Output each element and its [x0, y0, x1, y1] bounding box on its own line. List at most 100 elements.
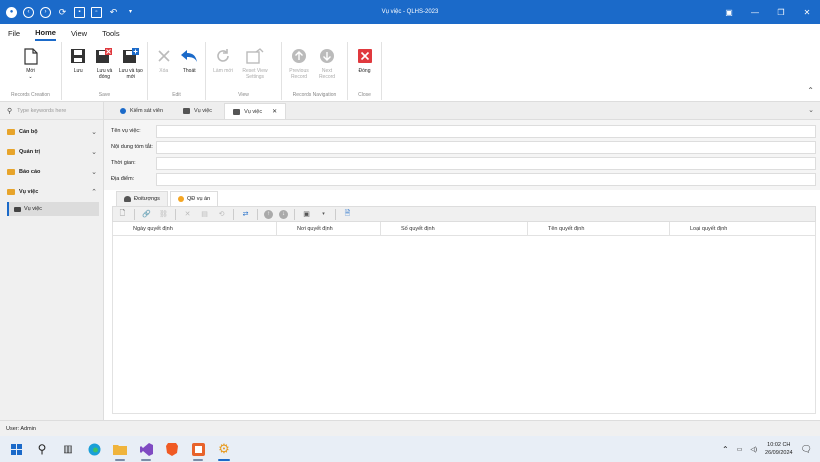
running-indicator	[193, 459, 203, 461]
visual-studio-icon[interactable]	[133, 436, 159, 462]
taskbar-search-icon[interactable]: ⚲	[29, 436, 55, 462]
col-ten-quyet-dinh[interactable]: Tên quyết định	[528, 222, 670, 235]
separator	[335, 208, 336, 220]
tab-home[interactable]: Home	[35, 28, 56, 41]
save-new-icon	[121, 46, 141, 66]
field-dia-diem: Địa điểm:	[111, 172, 816, 186]
edit-row-icon[interactable]: ▤	[199, 209, 210, 220]
notifications-icon[interactable]: 🗨	[801, 444, 812, 455]
customize-dropdown-icon[interactable]: ▾	[125, 7, 136, 18]
sub-tab-doi-tuong[interactable]: Đoitượngs	[116, 191, 168, 206]
arrow-down-circle-icon	[317, 46, 337, 66]
field-thoi-gian: Thời gian:	[111, 156, 816, 170]
close-red-icon	[355, 46, 375, 66]
tab-file[interactable]: File	[8, 29, 20, 38]
new-document-icon	[21, 46, 41, 66]
clock[interactable]: 10:02 CH 26/09/2024	[765, 441, 793, 457]
tabs-dropdown-icon[interactable]: ⌄	[808, 106, 814, 114]
col-noi-quyet-dinh[interactable]: Nơi quyết định	[277, 222, 381, 235]
edge-browser-icon[interactable]	[81, 436, 107, 462]
ribbon-tabs: File Home View Tools	[0, 24, 820, 42]
unlink-icon[interactable]: ⛓	[158, 209, 169, 220]
separator	[175, 208, 176, 220]
sidebar-item-vu-viec[interactable]: Vụ việc	[7, 202, 99, 216]
running-indicator	[218, 459, 230, 461]
separator	[294, 208, 295, 220]
chevron-down-icon: ⌄	[91, 129, 97, 136]
network-icon[interactable]: ▭	[737, 446, 743, 453]
new-row-icon[interactable]: 🗋	[117, 209, 128, 220]
col-ngay-quyet-dinh[interactable]: Ngày quyết định	[113, 222, 277, 235]
sub-tab-qd-vu-an[interactable]: QĐ vụ án	[169, 191, 219, 206]
search-input[interactable]: Type keywords here	[17, 108, 66, 114]
sidebar-group-can-bo[interactable]: Cán bộ ⌄	[0, 122, 103, 142]
minimize-button[interactable]: —	[742, 0, 768, 24]
quick-access-toolbar: ● ‹ › ⟳ ▪ ▫ ↶ ▾	[0, 6, 136, 18]
windows-start-icon[interactable]	[3, 436, 29, 462]
tab-tools[interactable]: Tools	[102, 29, 120, 38]
ten-vu-viec-input[interactable]	[156, 124, 816, 138]
search-icon: ⚲	[7, 107, 13, 115]
app-gear-icon[interactable]: ⚙	[211, 436, 237, 462]
status-bar: User: Admin	[0, 420, 820, 436]
sidebar-search[interactable]: ⚲ Type keywords here	[0, 102, 103, 120]
previous-row-icon[interactable]: ↑	[264, 209, 273, 219]
collapse-ribbon-icon[interactable]: ⌃	[807, 86, 814, 95]
view-options-icon[interactable]: ▣	[301, 209, 312, 220]
folder-icon	[7, 129, 15, 135]
refresh-icon	[213, 46, 233, 66]
refresh-grid-icon[interactable]: ⟲	[216, 209, 227, 220]
undo-icon[interactable]: ↶	[108, 7, 119, 18]
delete-row-icon[interactable]: ✕	[182, 209, 193, 220]
forward-circle-icon[interactable]: ›	[40, 6, 51, 18]
case-icon	[14, 206, 21, 212]
folder-icon	[7, 169, 15, 175]
view-options-dropdown-icon[interactable]: ▾	[318, 209, 329, 220]
report-icon[interactable]: 🗎	[342, 209, 353, 220]
doc-tab-kiem-sat-vien[interactable]: Kiểm sát viên	[112, 103, 171, 119]
doc-tab-vu-viec-detail[interactable]: Vụ việc ✕	[224, 103, 287, 119]
ribbon: Mới ⌄ Records Creation Lưu Lưu và đóng L…	[0, 42, 820, 102]
show-hidden-icons-icon[interactable]: ⌃	[722, 445, 729, 454]
grid-header: Ngày quyết định Nơi quyết định Số quyết …	[113, 222, 815, 236]
sidebar-group-vu-viec[interactable]: Vụ việc ⌃	[0, 182, 103, 202]
case-icon	[183, 108, 191, 114]
col-so-quyet-dinh[interactable]: Số quyết định	[381, 222, 528, 235]
maximize-button[interactable]: ❐	[768, 0, 794, 24]
export-icon[interactable]: ⇄	[240, 209, 251, 220]
brave-browser-icon[interactable]	[159, 436, 185, 462]
person-icon	[120, 108, 126, 114]
app-orange-icon[interactable]	[185, 436, 211, 462]
noi-dung-input[interactable]	[156, 140, 816, 154]
back-circle-icon[interactable]: ‹	[23, 6, 34, 18]
chevron-down-icon: ⌄	[91, 169, 97, 176]
detail-form: Tên vụ việc: Nội dung tóm tắt: Thời gian…	[104, 120, 820, 190]
reset-view-icon	[245, 46, 265, 66]
layout-icon[interactable]: ▣	[716, 0, 742, 24]
save-icon[interactable]: ▪	[74, 6, 85, 18]
close-tab-icon[interactable]: ✕	[272, 108, 277, 115]
sidebar-group-quan-tri[interactable]: Quản trị ⌄	[0, 142, 103, 162]
save-close-icon	[94, 46, 114, 66]
arrow-up-circle-icon	[289, 46, 309, 66]
navigation-sidebar: ⚲ Type keywords here Cán bộ ⌄ Quản trị ⌄…	[0, 102, 104, 420]
doc-tab-vu-viec-list[interactable]: Vụ việc	[175, 103, 220, 119]
next-row-icon[interactable]: ↓	[279, 209, 288, 219]
col-loai-quyet-dinh[interactable]: Loại quyết định	[670, 222, 815, 235]
ribbon-group-edit: Xóa Thoát Edit	[148, 42, 206, 100]
task-view-icon[interactable]: ▥	[55, 436, 81, 462]
dia-diem-input[interactable]	[156, 172, 816, 186]
app-menu-icon[interactable]: ●	[6, 6, 17, 18]
link-icon[interactable]: 🔗	[141, 209, 152, 220]
tab-view[interactable]: View	[71, 29, 87, 38]
sidebar-group-bao-cao[interactable]: Báo cáo ⌄	[0, 162, 103, 182]
file-explorer-icon[interactable]	[107, 436, 133, 462]
refresh-icon[interactable]: ⟳	[57, 7, 68, 18]
folder-icon	[7, 149, 15, 155]
save-close-icon[interactable]: ▫	[91, 6, 102, 18]
undo-arrow-icon	[179, 46, 199, 66]
thoi-gian-input[interactable]	[156, 156, 816, 170]
volume-icon[interactable]: ◁)	[750, 446, 757, 453]
people-icon	[124, 196, 131, 202]
close-button[interactable]: ✕	[794, 0, 820, 24]
